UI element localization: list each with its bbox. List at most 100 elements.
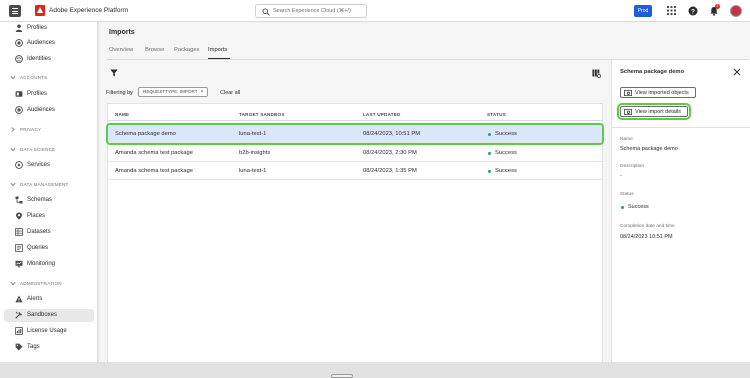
description-label: Description: [620, 164, 644, 169]
cell-name: Amanda schema test package: [115, 150, 193, 156]
panel-divider: [612, 127, 750, 128]
cell-status: Success: [495, 131, 517, 137]
column-header-name[interactable]: NAME: [115, 112, 129, 117]
sidebar-item-alerts[interactable]: Alerts: [4, 293, 94, 306]
sidebar-item-label: Profiles: [27, 91, 48, 97]
alerts-icon: [15, 295, 23, 303]
sidebar-item-accounts-profiles[interactable]: Profiles: [4, 88, 94, 101]
view-objects-icon: [624, 90, 632, 96]
schemas-icon: [15, 196, 23, 204]
details-panel: Schema package demo View imported object…: [611, 60, 750, 378]
sidebar-item-label: Services: [27, 162, 51, 168]
hamburger-menu-button[interactable]: [9, 5, 21, 17]
filter-icon[interactable]: [110, 69, 118, 77]
sidebar-item-profiles[interactable]: Profiles: [4, 22, 94, 35]
notification-count-badge: 4: [715, 4, 720, 9]
column-header-target-sandbox[interactable]: TARGET SANDBOX: [239, 112, 285, 117]
scrollbar-thumb[interactable]: [331, 374, 353, 378]
tags-icon: [15, 343, 23, 351]
sidebar-item-queries[interactable]: Queries: [4, 242, 94, 255]
sidebar-item-identities[interactable]: Identities: [4, 53, 94, 66]
view-details-icon: [624, 109, 632, 115]
search-box[interactable]: [255, 4, 367, 18]
tab-packages[interactable]: Packages: [174, 47, 199, 53]
search-input[interactable]: [273, 7, 363, 15]
table-row[interactable]: Schema package demo luna-test-1 08/24/20…: [106, 123, 604, 145]
status-success-dot: [488, 133, 491, 136]
cell-sandbox: luna-test-1: [239, 131, 267, 137]
sidebar-item-datasets[interactable]: Datasets: [4, 226, 94, 239]
view-import-details-button[interactable]: View import details: [617, 103, 691, 120]
user-avatar[interactable]: [730, 5, 742, 17]
sidebar-item-label: Places: [27, 213, 46, 219]
chevron-down-icon: [10, 75, 16, 81]
audiences-icon: [15, 39, 23, 47]
sidebar-item-label: Tags: [27, 344, 40, 350]
cell-sandbox: luna-test-1: [239, 168, 267, 174]
cell-updated: 08/24/2023, 2:30 PM: [363, 150, 417, 156]
cell-status: Success: [495, 168, 517, 174]
help-icon[interactable]: ?: [688, 6, 698, 16]
tab-browse[interactable]: Browse: [145, 47, 164, 53]
datasets-icon: [15, 228, 23, 236]
close-icon[interactable]: [733, 68, 741, 76]
sidebar-item-license-usage[interactable]: License Usage: [4, 325, 94, 338]
table-row[interactable]: Amanda schema test package b2b-insights …: [108, 144, 602, 162]
sidebar-item-accounts-audiences[interactable]: Audiences: [4, 104, 94, 117]
queries-icon: [15, 244, 23, 252]
clear-all-button[interactable]: Clear all: [220, 90, 240, 96]
adobe-logo-icon: [35, 5, 45, 16]
sidebar-item-label: Alerts: [27, 296, 43, 302]
sidebar-item-label: Sandboxes: [27, 312, 58, 318]
sidebar-item-sandboxes[interactable]: Sandboxes: [4, 309, 94, 322]
sidebar-item-label: Queries: [27, 245, 49, 251]
sidebar-item-label: Monitoring: [27, 261, 56, 267]
sidebar-item-monitoring[interactable]: Monitoring: [4, 258, 94, 271]
sidebar-item-label: Identities: [27, 56, 52, 62]
monitoring-icon: [15, 260, 23, 268]
sidebar-item-services[interactable]: Services: [4, 159, 94, 172]
sidebar-item-tags[interactable]: Tags: [4, 341, 94, 354]
chevron-down-icon: [10, 147, 16, 153]
panel-title: Schema package demo: [620, 69, 685, 75]
cell-sandbox: b2b-insights: [239, 150, 271, 156]
status-value: Success: [628, 204, 649, 210]
status-success-dot: [488, 152, 491, 155]
description-value: -: [620, 173, 622, 179]
column-header-last-updated[interactable]: LAST UPDATED: [363, 112, 401, 117]
app-title: Adobe Experience Platform: [49, 7, 129, 14]
column-settings-icon[interactable]: [592, 69, 601, 78]
header-divider: [108, 120, 602, 121]
sidebar-item-audiences[interactable]: Audiences: [4, 37, 94, 50]
sidebar: Profiles Audiences Identities ACCOUNTS P…: [0, 22, 98, 378]
close-icon[interactable]: ×: [201, 89, 204, 95]
table-row[interactable]: Amanda schema test package luna-test-1 0…: [108, 162, 602, 180]
services-icon: [15, 161, 23, 169]
filter-chip[interactable]: REQUESTTYPE: IMPORT ×: [138, 87, 209, 97]
sidebar-item-places[interactable]: Places: [4, 210, 94, 223]
sandboxes-icon: [15, 311, 23, 319]
tab-overview[interactable]: Overview: [109, 47, 133, 53]
audiences-icon: [15, 106, 23, 114]
identities-icon: [15, 55, 23, 63]
sidebar-item-schemas[interactable]: Schemas: [4, 194, 94, 207]
app-switcher-icon[interactable]: [667, 6, 676, 15]
cell-name: Schema package demo: [115, 131, 176, 137]
filter-chip-label: REQUESTTYPE: IMPORT: [143, 89, 198, 94]
view-imported-objects-button[interactable]: View imported objects: [620, 87, 696, 98]
status-success-dot: [621, 206, 624, 209]
column-header-status[interactable]: STATUS: [487, 112, 506, 117]
horizontal-scrollbar[interactable]: [0, 362, 750, 378]
name-label: Name: [620, 137, 633, 142]
chevron-right-icon: [10, 127, 16, 133]
main-area: Imports Overview Browse Packages Imports…: [99, 22, 750, 378]
environment-badge[interactable]: Prod: [634, 5, 652, 17]
tab-imports[interactable]: Imports: [208, 47, 227, 53]
places-icon: [15, 212, 23, 220]
svg-text:?: ?: [691, 8, 695, 15]
profiles-icon: [15, 24, 23, 32]
chevron-down-icon: [10, 182, 16, 188]
sidebar-item-label: Profiles: [27, 25, 48, 31]
chevron-down-icon: [10, 281, 16, 287]
cell-updated: 08/24/2023, 1:35 PM: [363, 168, 417, 174]
